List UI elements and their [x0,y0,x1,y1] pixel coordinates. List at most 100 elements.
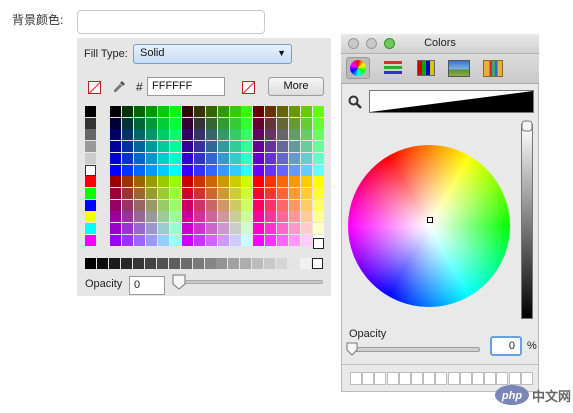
swatch[interactable] [205,187,217,199]
swatch[interactable] [193,176,205,188]
swatch[interactable] [289,223,301,234]
swatch[interactable] [133,223,145,234]
swatch[interactable] [253,223,265,234]
palette-cell[interactable] [435,372,448,385]
gray-swatch[interactable] [180,258,192,269]
gray-swatch[interactable] [228,258,240,269]
swatch[interactable] [241,141,253,153]
swatch[interactable] [241,152,253,164]
swatch[interactable] [277,211,289,223]
swatch[interactable] [133,199,145,211]
magnifier-icon[interactable] [348,95,362,109]
swatch[interactable] [85,117,96,129]
colors-opacity-input[interactable]: 0 [490,336,522,356]
swatch[interactable] [217,129,229,141]
gray-swatch[interactable] [312,258,324,269]
fill-type-select[interactable]: Solid ▼ [133,44,292,64]
swatch[interactable] [181,234,193,246]
swatch[interactable] [145,176,157,188]
swatch[interactable] [205,152,217,164]
swatch[interactable] [121,106,133,117]
color-sliders-icon[interactable] [381,57,405,79]
swatch[interactable] [157,152,169,164]
gray-swatch[interactable] [120,258,132,269]
swatch[interactable] [277,223,289,234]
swatch[interactable] [229,234,241,246]
swatch[interactable] [133,106,145,117]
swatch[interactable] [301,187,313,199]
swatch[interactable] [181,141,193,153]
swatch[interactable] [85,152,96,164]
palette-cell[interactable] [398,372,411,385]
palette-cell[interactable] [447,372,460,385]
swatch[interactable] [85,129,96,141]
swatch[interactable] [193,141,205,153]
brightness-slider-track[interactable] [521,124,533,319]
swatch[interactable] [110,176,121,188]
swatch[interactable] [169,199,181,211]
gray-swatch[interactable] [300,258,312,269]
gray-swatch[interactable] [156,258,168,269]
gray-swatch[interactable] [288,258,300,269]
swatch[interactable] [145,141,157,153]
swatch[interactable] [265,211,277,223]
swatch[interactable] [265,141,277,153]
swatch[interactable] [313,199,325,211]
swatch[interactable] [301,117,313,129]
opacity-slider-track[interactable] [178,280,323,284]
swatch[interactable] [145,164,157,176]
swatch[interactable] [121,141,133,153]
swatch[interactable] [253,106,265,117]
swatch[interactable] [241,234,253,246]
swatch[interactable] [265,152,277,164]
swatch[interactable] [157,223,169,234]
swatch[interactable] [253,187,265,199]
swatch[interactable] [193,106,205,117]
palette-cell[interactable] [472,372,484,385]
swatch[interactable] [169,187,181,199]
gray-swatch[interactable] [192,258,204,269]
swatch[interactable] [313,187,325,199]
swatch[interactable] [169,164,181,176]
swatch[interactable] [85,211,96,223]
swatch[interactable] [301,129,313,141]
swatch[interactable] [289,199,301,211]
swatch[interactable] [205,106,217,117]
swatch[interactable] [145,152,157,164]
color-wheel[interactable] [348,145,510,307]
selected-swatch[interactable] [313,238,324,249]
swatch[interactable] [169,106,181,117]
swatch[interactable] [289,141,301,153]
swatch[interactable] [121,164,133,176]
swatch[interactable] [110,223,121,234]
swatch[interactable] [253,199,265,211]
swatch[interactable] [217,211,229,223]
swatch[interactable] [133,117,145,129]
swatch[interactable] [277,141,289,153]
swatch[interactable] [85,223,96,234]
color-wheel-icon[interactable] [346,57,370,79]
gray-swatch[interactable] [204,258,216,269]
swatch[interactable] [253,129,265,141]
swatch[interactable] [313,176,325,188]
swatch[interactable] [217,234,229,246]
swatch[interactable] [193,164,205,176]
background-color-input[interactable] [77,10,265,34]
swatch[interactable] [313,141,325,153]
swatch[interactable] [265,187,277,199]
swatch[interactable] [217,199,229,211]
gray-swatch[interactable] [132,258,144,269]
swatch[interactable] [121,129,133,141]
palette-cell[interactable] [374,372,387,385]
swatch[interactable] [121,187,133,199]
palette-cell[interactable] [459,372,472,385]
swatch[interactable] [289,211,301,223]
palette-cell[interactable] [411,372,423,385]
gray-swatch[interactable] [240,258,252,269]
swatch[interactable] [133,152,145,164]
swatch[interactable] [253,176,265,188]
swatch[interactable] [265,234,277,246]
swatch[interactable] [157,234,169,246]
swatch[interactable] [241,117,253,129]
swatch[interactable] [110,211,121,223]
